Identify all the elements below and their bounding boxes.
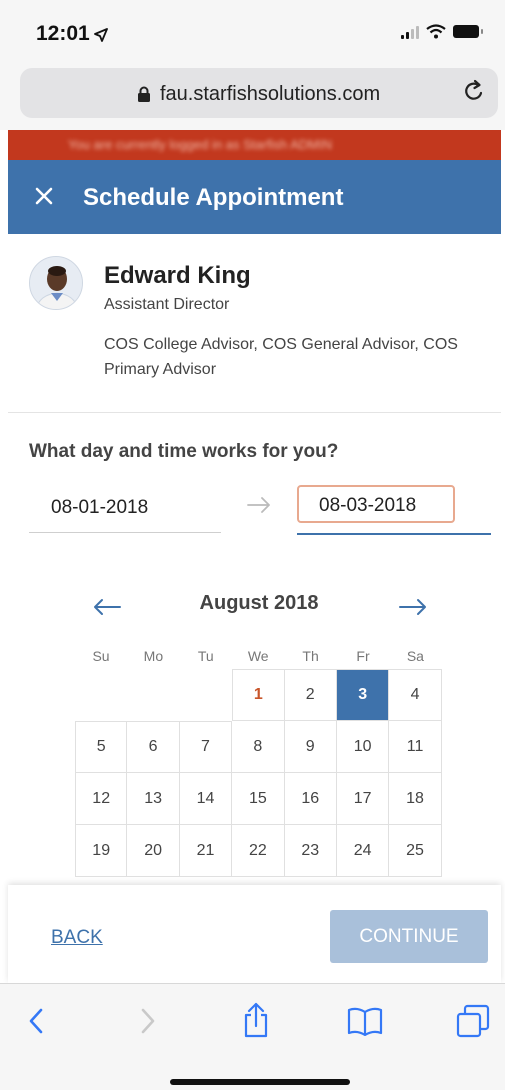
notice-banner: You are currently logged in as Starfish … — [8, 130, 501, 160]
calendar-day[interactable]: 25 — [389, 825, 442, 877]
calendar-week: 19 20 21 22 23 24 25 — [75, 825, 442, 877]
calendar-day[interactable]: 21 — [179, 825, 233, 877]
close-icon[interactable] — [34, 186, 54, 206]
share-icon[interactable] — [240, 1002, 272, 1038]
browser-chrome: fau.starfishsolutions.com — [0, 64, 505, 130]
browser-toolbar — [0, 983, 505, 1090]
status-icons — [401, 24, 483, 39]
weekday-label: We — [247, 648, 269, 664]
advisor-name: Edward King — [104, 262, 251, 289]
location-icon — [94, 28, 108, 42]
advisor-photo-icon — [30, 257, 82, 309]
end-date-value: 08-03-2018 — [319, 495, 417, 516]
home-indicator — [170, 1079, 350, 1085]
calendar-day[interactable]: 4 — [389, 669, 442, 721]
arrow-right-icon — [247, 497, 270, 513]
calendar-day[interactable]: 6 — [127, 721, 180, 773]
battery-icon — [453, 25, 483, 38]
calendar-empty-cell — [180, 669, 232, 721]
calendar-day[interactable]: 15 — [232, 773, 285, 825]
url-text: fau.starfishsolutions.com — [160, 83, 381, 105]
weekday-label: Mo — [143, 648, 164, 664]
calendar-day[interactable]: 11 — [389, 721, 442, 773]
calendar-grid: 1 2 3 4 5 6 7 8 9 10 11 12 13 14 15 16 17 18 19 20 21 22 23 24 2… — [75, 669, 442, 877]
weekday-label: Th — [302, 648, 319, 664]
lock-icon — [138, 86, 150, 102]
forward-icon[interactable] — [138, 1006, 158, 1036]
page-header: Schedule Appointment — [8, 160, 501, 234]
start-date-value: 08-01-2018 — [51, 497, 149, 518]
calendar-day[interactable]: 18 — [389, 773, 442, 825]
weekday-label: Fr — [356, 648, 370, 664]
calendar-day[interactable]: 8 — [232, 721, 285, 773]
calendar-day[interactable]: 7 — [179, 721, 233, 773]
advisor-title: Assistant Director — [104, 296, 230, 313]
calendar-month: August 2018 — [199, 592, 319, 614]
weekday-label: Tu — [197, 648, 214, 664]
calendar-day[interactable]: 13 — [127, 773, 180, 825]
start-date-field[interactable]: 08-01-2018 — [29, 485, 221, 533]
divider — [8, 412, 501, 413]
calendar-day[interactable]: 20 — [127, 825, 180, 877]
calendar-empty-cell — [75, 669, 127, 721]
advisor-roles: COS College Advisor, COS General Advisor… — [104, 336, 458, 378]
weekday-label: Sa — [406, 648, 424, 664]
page-title: Schedule Appointment — [83, 184, 344, 211]
calendar-day[interactable]: 12 — [75, 773, 128, 825]
calendar-day[interactable]: 24 — [336, 825, 390, 877]
end-date-input[interactable]: 08-03-2018 — [297, 485, 455, 523]
calendar-day[interactable]: 22 — [232, 825, 285, 877]
avatar — [29, 256, 83, 310]
status-bar: 12:01 — [0, 0, 505, 64]
wifi-icon — [426, 24, 446, 39]
calendar-day[interactable]: 23 — [284, 825, 337, 877]
calendar-day[interactable]: 9 — [284, 721, 337, 773]
calendar-week: 1234 — [75, 669, 442, 721]
signal-icon — [401, 25, 419, 39]
reload-icon[interactable] — [462, 79, 486, 105]
calendar-day[interactable]: 14 — [179, 773, 233, 825]
calendar-day[interactable]: 2 — [284, 669, 337, 721]
back-link[interactable]: BACK — [51, 927, 103, 949]
calendar-day[interactable]: 3 — [336, 669, 390, 721]
weekday-label: Su — [92, 648, 110, 664]
calendar-day[interactable]: 1 — [232, 669, 285, 721]
calendar-day[interactable]: 19 — [75, 825, 128, 877]
continue-button[interactable]: CONTINUE — [330, 910, 488, 963]
tabs-icon[interactable] — [456, 1004, 490, 1038]
address-bar[interactable]: fau.starfishsolutions.com — [20, 68, 498, 118]
calendar-day[interactable]: 16 — [284, 773, 337, 825]
date-question: What day and time works for you? — [29, 441, 339, 462]
status-time: 12:01 — [36, 22, 90, 45]
calendar-week: 12 13 14 15 16 17 18 — [75, 773, 442, 825]
back-icon[interactable] — [26, 1006, 46, 1036]
calendar-empty-cell — [127, 669, 179, 721]
calendar-day[interactable]: 17 — [336, 773, 390, 825]
calendar-week: 5 6 7 8 9 10 11 — [75, 721, 442, 773]
bookmarks-icon[interactable] — [347, 1006, 383, 1036]
end-date-field[interactable]: 08-03-2018 — [297, 485, 491, 535]
calendar-day[interactable]: 5 — [75, 721, 128, 773]
notice-text: You are currently logged in as Starfish … — [68, 137, 332, 152]
action-bar: BACK CONTINUE — [8, 885, 501, 983]
calendar-day[interactable]: 10 — [336, 721, 390, 773]
next-month-icon[interactable] — [398, 598, 428, 616]
